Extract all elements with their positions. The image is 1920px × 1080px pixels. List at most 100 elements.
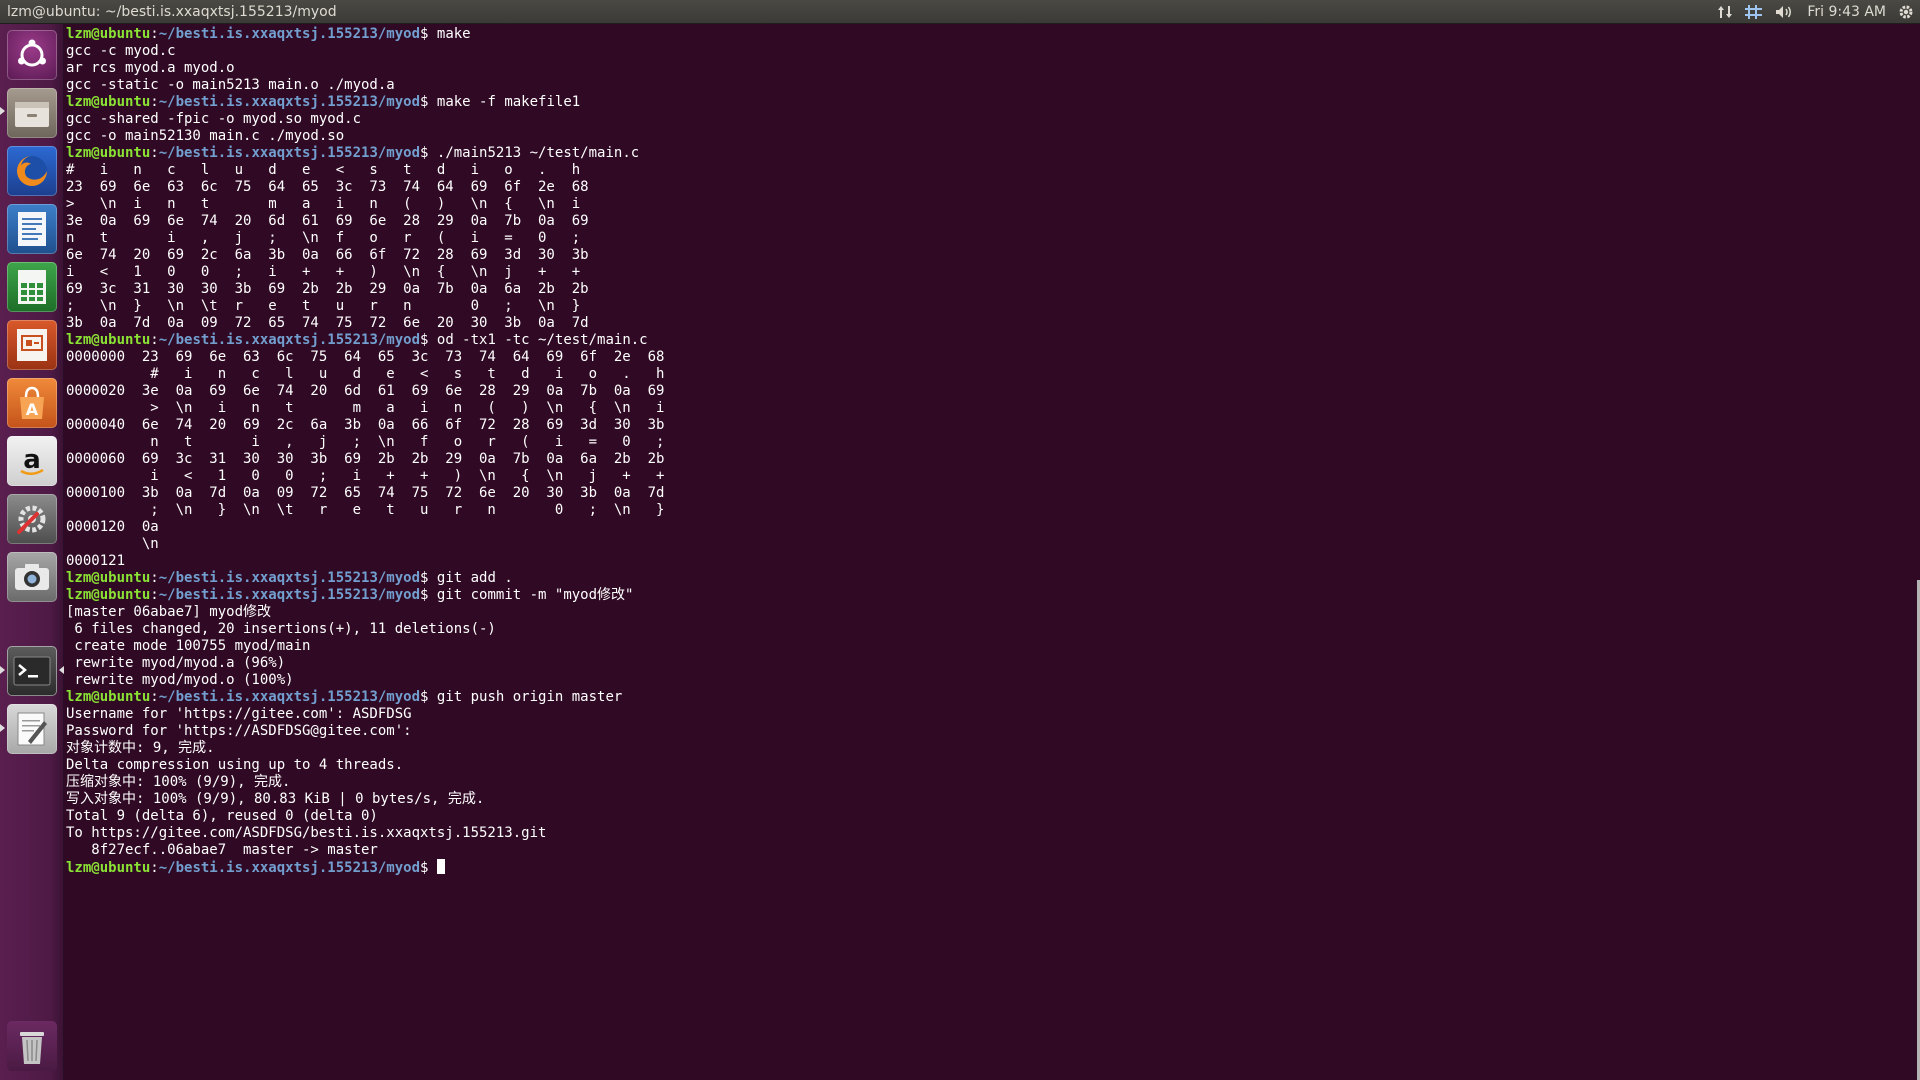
launcher: A a <box>0 24 64 1080</box>
volume-icon[interactable] <box>1775 0 1795 24</box>
prompt-sigil: $ <box>420 570 437 586</box>
prompt-separator: : <box>150 145 159 161</box>
terminal-window[interactable]: lzm@ubuntu:~/besti.is.xxaqxtsj.155213/my… <box>64 24 1920 1080</box>
trash-icon[interactable] <box>5 1019 59 1073</box>
system-settings-icon[interactable] <box>5 492 59 546</box>
prompt-separator: : <box>150 587 159 603</box>
output-line: To https://gitee.com/ASDFDSG/besti.is.xx… <box>66 825 547 841</box>
output-line: n t i , j ; \n f o r ( i = 0 ; <box>66 434 665 450</box>
gear-icon[interactable] <box>1898 0 1914 24</box>
command-text: make <box>436 26 471 42</box>
prompt-path: ~/besti.is.xxaqxtsj.155213/myod <box>158 332 421 348</box>
command-text: git add . <box>436 570 513 586</box>
output-line: 0000100 3b 0a 7d 0a 09 72 65 74 75 72 6e… <box>66 485 665 501</box>
output-line: 0000020 3e 0a 69 6e 74 20 6d 61 69 6e 28… <box>66 383 665 399</box>
output-line: 6e 74 20 69 2c 6a 3b 0a 66 6f 72 28 69 3… <box>66 247 589 263</box>
output-line: 8f27ecf..06abae7 master -> master <box>66 842 378 858</box>
writer-icon[interactable] <box>5 202 59 256</box>
window-title: lzm@ubuntu: ~/besti.is.xxaqxtsj.155213/m… <box>7 3 337 20</box>
command-text: ./main5213 ~/test/main.c <box>436 145 640 161</box>
software-center-icon[interactable]: A <box>5 376 59 430</box>
firefox-icon[interactable] <box>5 144 59 198</box>
prompt-user: lzm@ubuntu <box>66 587 151 603</box>
output-line: 0000121 <box>66 553 126 569</box>
output-line: 0000120 0a <box>66 519 159 535</box>
network-updown-icon[interactable] <box>1717 0 1733 24</box>
output-line: rewrite myod/myod.a (96%) <box>66 655 286 671</box>
output-line: i < 1 0 0 ; i + + ) \n { \n j + + <box>66 264 581 280</box>
prompt-path: ~/besti.is.xxaqxtsj.155213/myod <box>158 145 421 161</box>
output-line: 0000060 69 3c 31 30 30 3b 69 2b 2b 29 0a… <box>66 451 665 467</box>
output-line: # i n c l u d e < s t d i o . h <box>66 162 581 178</box>
command-text: make -f makefile1 <box>436 94 581 110</box>
prompt-line: lzm@ubuntu:~/besti.is.xxaqxtsj.155213/my… <box>66 26 664 43</box>
dash-icon[interactable] <box>5 28 59 82</box>
prompt-line: lzm@ubuntu:~/besti.is.xxaqxtsj.155213/my… <box>66 859 664 876</box>
prompt-sigil: $ <box>420 860 437 876</box>
output-line: [master 06abae7] myod修改 <box>66 604 272 620</box>
top-panel: lzm@ubuntu: ~/besti.is.xxaqxtsj.155213/m… <box>0 0 1920 24</box>
prompt-user: lzm@ubuntu <box>66 26 151 42</box>
prompt-separator: : <box>150 332 159 348</box>
clock[interactable]: Fri 9:43 AM <box>1807 0 1886 24</box>
prompt-line: lzm@ubuntu:~/besti.is.xxaqxtsj.155213/my… <box>66 689 664 706</box>
output-line: 69 3c 31 30 30 3b 69 2b 2b 29 0a 7b 0a 6… <box>66 281 589 297</box>
prompt-sigil: $ <box>420 94 437 110</box>
svg-text:a: a <box>23 445 41 475</box>
output-line: gcc -static -o main5213 main.o ./myod.a <box>66 77 395 93</box>
output-line: gcc -o main52130 main.c ./myod.so <box>66 128 345 144</box>
prompt-sigil: $ <box>420 332 437 348</box>
output-line: n t i , j ; \n f o r ( i = 0 ; <box>66 230 581 246</box>
prompt-path: ~/besti.is.xxaqxtsj.155213/myod <box>158 94 421 110</box>
files-icon[interactable] <box>5 86 59 140</box>
output-line: Password for 'https://ASDFDSG@gitee.com'… <box>66 723 412 739</box>
keyboard-layout-icon[interactable] <box>1745 0 1763 24</box>
command-text: git commit -m "myod修改" <box>436 587 634 603</box>
command-text: git push origin master <box>436 689 623 705</box>
prompt-user: lzm@ubuntu <box>66 570 151 586</box>
impress-icon[interactable] <box>5 318 59 372</box>
output-line: 压缩对象中: 100% (9/9), 完成. <box>66 774 291 790</box>
text-editor-icon[interactable] <box>5 702 59 756</box>
calc-icon[interactable] <box>5 260 59 314</box>
prompt-sigil: $ <box>420 26 437 42</box>
prompt-sigil: $ <box>420 689 437 705</box>
prompt-line: lzm@ubuntu:~/besti.is.xxaqxtsj.155213/my… <box>66 332 664 349</box>
output-line: 对象计数中: 9, 完成. <box>66 740 215 756</box>
output-line: ; \n } \n \t r e t u r n 0 ; \n } <box>66 502 665 518</box>
prompt-path: ~/besti.is.xxaqxtsj.155213/myod <box>158 860 421 876</box>
prompt-sigil: $ <box>420 145 437 161</box>
indicator-area: Fri 9:43 AM <box>1705 0 1920 24</box>
prompt-line: lzm@ubuntu:~/besti.is.xxaqxtsj.155213/my… <box>66 94 664 111</box>
output-line: > \n i n t m a i n ( ) \n { \n i <box>66 196 581 212</box>
output-line: \n <box>66 536 159 552</box>
output-line: > \n i n t m a i n ( ) \n { \n i <box>66 400 665 416</box>
output-line: # i n c l u d e < s t d i o . h <box>66 366 665 382</box>
prompt-path: ~/besti.is.xxaqxtsj.155213/myod <box>158 689 421 705</box>
prompt-separator: : <box>150 689 159 705</box>
camera-icon[interactable] <box>5 550 59 604</box>
output-line: 0000000 23 69 6e 63 6c 75 64 65 3c 73 74… <box>66 349 665 365</box>
amazon-icon[interactable]: a <box>5 434 59 488</box>
prompt-separator: : <box>150 94 159 110</box>
output-line: 3b 0a 7d 0a 09 72 65 74 75 72 6e 20 30 3… <box>66 315 589 331</box>
output-line: Delta compression using up to 4 threads. <box>66 757 404 773</box>
prompt-user: lzm@ubuntu <box>66 332 151 348</box>
terminal-icon[interactable] <box>5 644 59 698</box>
prompt-line: lzm@ubuntu:~/besti.is.xxaqxtsj.155213/my… <box>66 145 664 162</box>
prompt-path: ~/besti.is.xxaqxtsj.155213/myod <box>158 26 421 42</box>
output-line: gcc -shared -fpic -o myod.so myod.c <box>66 111 362 127</box>
prompt-user: lzm@ubuntu <box>66 94 151 110</box>
output-line: create mode 100755 myod/main <box>66 638 311 654</box>
terminal-output[interactable]: lzm@ubuntu:~/besti.is.xxaqxtsj.155213/my… <box>66 26 664 876</box>
output-line: i < 1 0 0 ; i + + ) \n { \n j + + <box>66 468 665 484</box>
prompt-path: ~/besti.is.xxaqxtsj.155213/myod <box>158 587 421 603</box>
output-line: Total 9 (delta 6), reused 0 (delta 0) <box>66 808 378 824</box>
output-line: rewrite myod/myod.o (100%) <box>66 672 294 688</box>
svg-text:A: A <box>26 400 39 419</box>
command-text: od -tx1 -tc ~/test/main.c <box>436 332 648 348</box>
output-line: ; \n } \n \t r e t u r n 0 ; \n } <box>66 298 581 314</box>
terminal-cursor <box>436 859 445 874</box>
output-line: 6 files changed, 20 insertions(+), 11 de… <box>66 621 496 637</box>
prompt-user: lzm@ubuntu <box>66 145 151 161</box>
